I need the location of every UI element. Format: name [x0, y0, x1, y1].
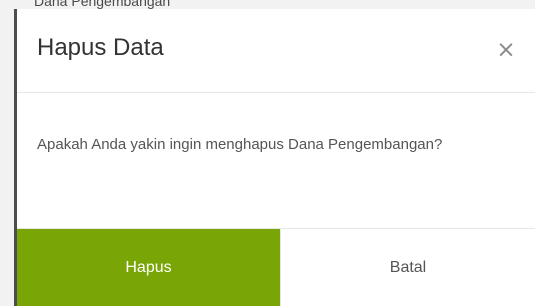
- cancel-button[interactable]: Batal: [280, 229, 535, 306]
- dialog-header: Hapus Data ×: [17, 9, 535, 93]
- dialog-message: Apakah Anda yakin ingin menghapus Dana P…: [37, 136, 443, 153]
- confirm-delete-button[interactable]: Hapus: [17, 229, 280, 306]
- background-page-text: Dana Pengembangan: [34, 0, 171, 9]
- delete-confirmation-dialog: Hapus Data × Apakah Anda yakin ingin men…: [14, 9, 535, 306]
- dialog-footer: Hapus Batal: [17, 228, 535, 306]
- close-icon[interactable]: ×: [495, 39, 517, 62]
- dialog-title: Hapus Data: [37, 34, 164, 61]
